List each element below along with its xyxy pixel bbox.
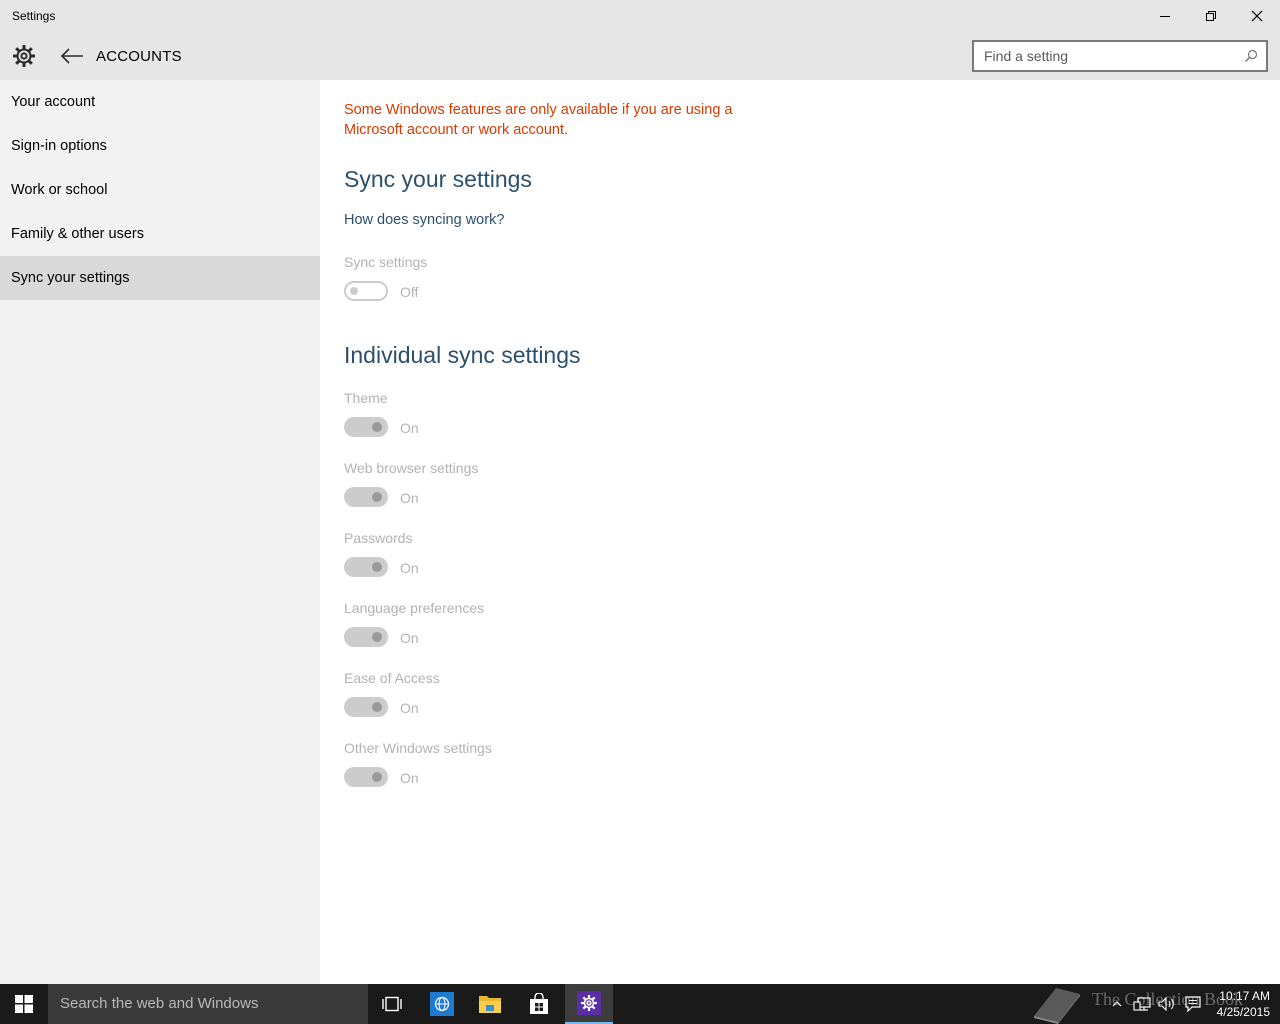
language-preferences-toggle[interactable] [344,627,388,647]
sync-settings-toggle[interactable] [344,281,388,301]
globe-icon [430,992,454,1016]
settings-taskbar-button[interactable] [565,984,613,1024]
gear-icon [13,45,35,67]
other-windows-settings-toggle[interactable] [344,767,388,787]
settings-gear-icon [577,991,601,1015]
web-browser-settings-toggle[interactable] [344,487,388,507]
taskbar-search[interactable]: Search the web and Windows [48,984,368,1024]
back-button[interactable] [56,42,88,70]
sync-settings-state: Off [400,284,419,300]
web-browser-settings-label: Web browser settings [344,460,479,476]
home-button[interactable] [10,42,38,70]
task-view-button[interactable] [368,984,416,1024]
sidebar: Your account Sign-in options Work or sch… [0,80,320,984]
sync-heading: Sync your settings [344,166,532,192]
sync-settings-label: Sync settings [344,254,428,270]
other-windows-settings-label: Other Windows settings [344,740,492,756]
toggle-knob [350,287,358,295]
theme-toggle[interactable] [344,417,388,437]
language-preferences-label: Language preferences [344,600,485,616]
speaker-icon [1158,997,1174,1011]
other-windows-settings-state: On [400,770,419,786]
theme-label: Theme [344,390,388,406]
volume-button[interactable] [1156,984,1178,1024]
chevron-up-icon [1112,1001,1122,1007]
restore-button[interactable] [1188,0,1234,32]
ease-of-access-state: On [400,700,419,716]
page-title: ACCOUNTS [96,48,182,65]
language-preferences-state: On [400,630,419,646]
individual-sync-heading: Individual sync settings [344,342,581,368]
main-content: Some Windows features are only available… [320,80,1280,984]
toggle-knob [372,422,382,432]
close-icon [1251,10,1263,22]
sidebar-item-sign-in-options[interactable]: Sign-in options [0,124,320,168]
sidebar-item-family-other-users[interactable]: Family & other users [0,212,320,256]
folder-icon [479,996,501,1013]
action-center-button[interactable] [1182,984,1204,1024]
sidebar-item-work-or-school[interactable]: Work or school [0,168,320,212]
book-watermark-icon [1034,988,1080,1024]
search-input[interactable] [984,47,1234,65]
passwords-label: Passwords [344,530,413,546]
how-syncing-works-link[interactable]: How does syncing work? [344,212,504,228]
sidebar-item-sync-your-settings[interactable]: Sync your settings [0,256,320,300]
store-button[interactable] [515,984,563,1024]
clock-date: 4/25/2015 [1216,1005,1270,1019]
search-icon[interactable] [1244,49,1258,63]
title-bar: Settings [0,0,1280,32]
back-arrow-icon [60,48,83,64]
ease-of-access-label: Ease of Access [344,670,440,686]
settings-header: ACCOUNTS [0,32,1280,80]
browser-taskbar-button[interactable] [418,984,466,1024]
toggle-knob [372,632,382,642]
restore-icon [1206,11,1216,21]
ease-of-access-toggle[interactable] [344,697,388,717]
window-title: Settings [12,9,56,23]
taskbar: Search the web and Windows The Collectio… [0,984,1280,1024]
search-box[interactable] [972,40,1268,72]
close-button[interactable] [1234,0,1280,32]
show-hidden-icons-button[interactable] [1108,984,1126,1024]
message-icon [1185,996,1201,1012]
passwords-state: On [400,560,419,576]
passwords-toggle[interactable] [344,557,388,577]
file-explorer-button[interactable] [466,984,514,1024]
minimize-button[interactable] [1142,0,1188,32]
network-button[interactable] [1130,984,1154,1024]
sidebar-item-your-account[interactable]: Your account [0,80,320,124]
clock[interactable]: 10:17 AM 4/25/2015 [1210,988,1270,1020]
store-bag-icon [530,993,548,1014]
start-button[interactable] [0,984,48,1024]
toggle-knob [372,492,382,502]
task-view-icon [382,996,402,1012]
toggle-knob [372,562,382,572]
web-browser-settings-state: On [400,490,419,506]
toggle-knob [372,702,382,712]
clock-time: 10:17 AM [1219,989,1270,1003]
windows-logo-icon [15,995,33,1013]
taskbar-search-placeholder: Search the web and Windows [60,995,259,1012]
toggle-knob [372,772,382,782]
network-icon [1133,997,1151,1011]
minimize-icon [1160,16,1170,17]
account-warning: Some Windows features are only available… [344,102,733,138]
theme-state: On [400,420,419,436]
